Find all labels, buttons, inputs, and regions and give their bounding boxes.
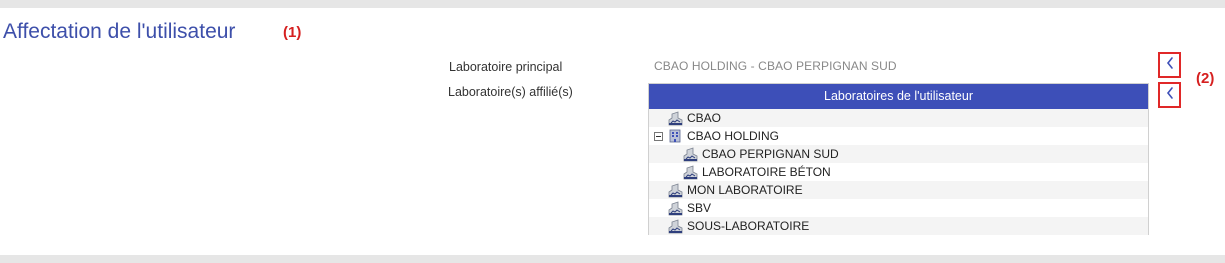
tree-item-label: MON LABORATOIRE	[687, 183, 803, 197]
lab-icon	[668, 182, 683, 198]
tree-item-label: CBAO PERPIGNAN SUD	[702, 147, 839, 161]
building-icon	[668, 129, 682, 143]
section-title: Affectation de l'utilisateur	[3, 20, 236, 43]
tree-item-label: SBV	[687, 201, 712, 215]
affiliated-labs-label: Laboratoire(s) affilié(s)	[448, 85, 573, 99]
tree-item-cbao[interactable]: CBAO	[649, 109, 1148, 127]
tree-item-label: SOUS-LABORATOIRE	[687, 219, 810, 233]
lab-icon	[668, 200, 683, 216]
bottom-divider	[0, 255, 1225, 263]
lab-icon	[683, 164, 698, 180]
lab-icon	[668, 218, 683, 234]
labs-tree-panel: Laboratoires de l'utilisateur CBAO CBAO …	[648, 83, 1149, 235]
tree-item-cbao-holding[interactable]: CBAO HOLDING	[649, 127, 1148, 145]
tree-item-label: CBAO HOLDING	[687, 129, 780, 143]
top-divider	[0, 0, 1225, 8]
collapse-affiliated-button[interactable]	[1158, 82, 1181, 108]
tree-item-cbao-perpignan-sud[interactable]: CBAO PERPIGNAN SUD	[649, 145, 1148, 163]
tree-item-sous-laboratoire[interactable]: SOUS-LABORATOIRE	[649, 217, 1148, 235]
chevron-left-icon	[1165, 56, 1175, 75]
collapse-toggle-icon[interactable]	[654, 131, 663, 141]
tree-item-label: LABORATOIRE BÉTON	[702, 165, 831, 179]
lab-icon	[668, 110, 683, 126]
labs-tree-header: Laboratoires de l'utilisateur	[649, 84, 1148, 109]
principal-lab-value: CBAO HOLDING - CBAO PERPIGNAN SUD	[654, 59, 897, 73]
tree-item-sbv[interactable]: SBV	[649, 199, 1148, 217]
chevron-left-icon	[1165, 86, 1175, 105]
tree-item-laboratoire-beton[interactable]: LABORATOIRE BÉTON	[649, 163, 1148, 181]
tree-item-label: CBAO	[687, 111, 722, 125]
principal-lab-label: Laboratoire principal	[449, 60, 563, 74]
collapse-principal-button[interactable]	[1158, 52, 1181, 78]
annotation-1: (1)	[283, 24, 302, 41]
lab-icon	[683, 146, 698, 162]
labs-tree-list: CBAO CBAO HOLDING CBAO PERPIGNAN SUD LAB…	[649, 109, 1148, 235]
tree-item-mon-laboratoire[interactable]: MON LABORATOIRE	[649, 181, 1148, 199]
annotation-2: (2)	[1196, 70, 1215, 87]
